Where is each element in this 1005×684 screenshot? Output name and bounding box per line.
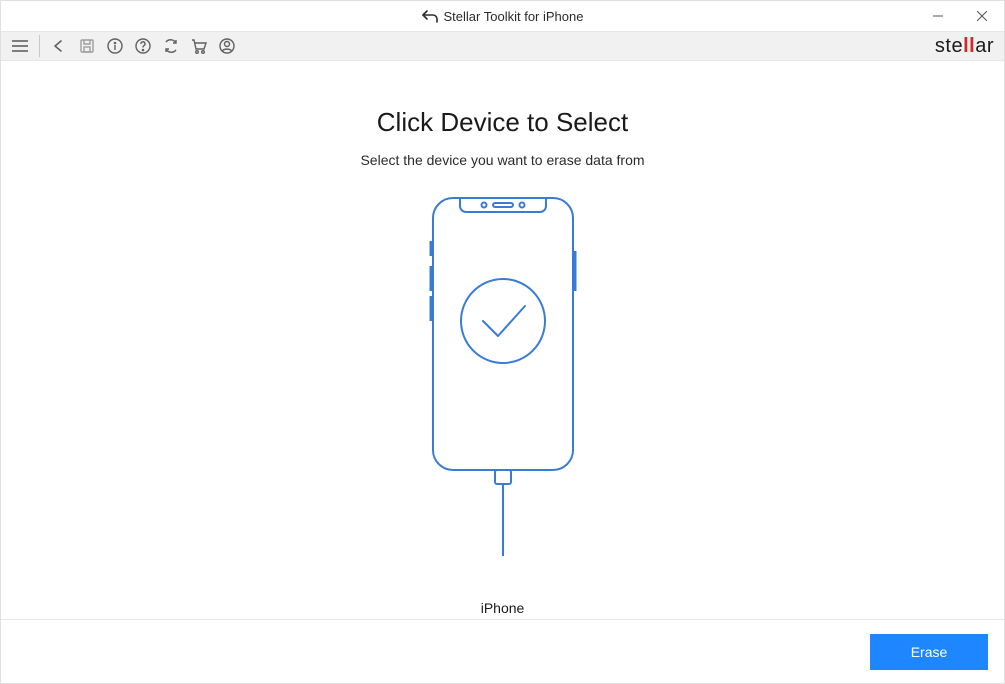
back-arrow-icon xyxy=(422,9,438,23)
window-controls xyxy=(916,1,1004,31)
phone-icon xyxy=(428,196,578,556)
content-area: Click Device to Select Select the device… xyxy=(1,61,1004,619)
app-title: Stellar Toolkit for iPhone xyxy=(444,9,584,24)
title-center: Stellar Toolkit for iPhone xyxy=(422,9,584,24)
toolbar: stellar xyxy=(1,31,1004,61)
minimize-button[interactable] xyxy=(916,1,960,31)
page-heading: Click Device to Select xyxy=(377,107,628,138)
user-icon[interactable] xyxy=(214,33,240,59)
info-icon[interactable] xyxy=(102,33,128,59)
cart-icon[interactable] xyxy=(186,33,212,59)
device-card[interactable]: iPhone xyxy=(428,196,578,616)
back-button[interactable] xyxy=(46,33,72,59)
brand-post: ar xyxy=(975,35,994,58)
erase-button[interactable]: Erase xyxy=(870,634,988,670)
toolbar-divider xyxy=(39,35,40,57)
brand-mid: ll xyxy=(963,35,975,58)
save-icon[interactable] xyxy=(74,33,100,59)
device-label: iPhone xyxy=(481,600,525,616)
menu-button[interactable] xyxy=(7,33,33,59)
close-button[interactable] xyxy=(960,1,1004,31)
page-subheading: Select the device you want to erase data… xyxy=(360,152,644,168)
titlebar: Stellar Toolkit for iPhone xyxy=(1,1,1004,31)
refresh-icon[interactable] xyxy=(158,33,184,59)
brand-logo: stellar xyxy=(935,32,994,60)
footer: Erase xyxy=(1,619,1004,683)
help-icon[interactable] xyxy=(130,33,156,59)
brand-pre: ste xyxy=(935,35,963,58)
